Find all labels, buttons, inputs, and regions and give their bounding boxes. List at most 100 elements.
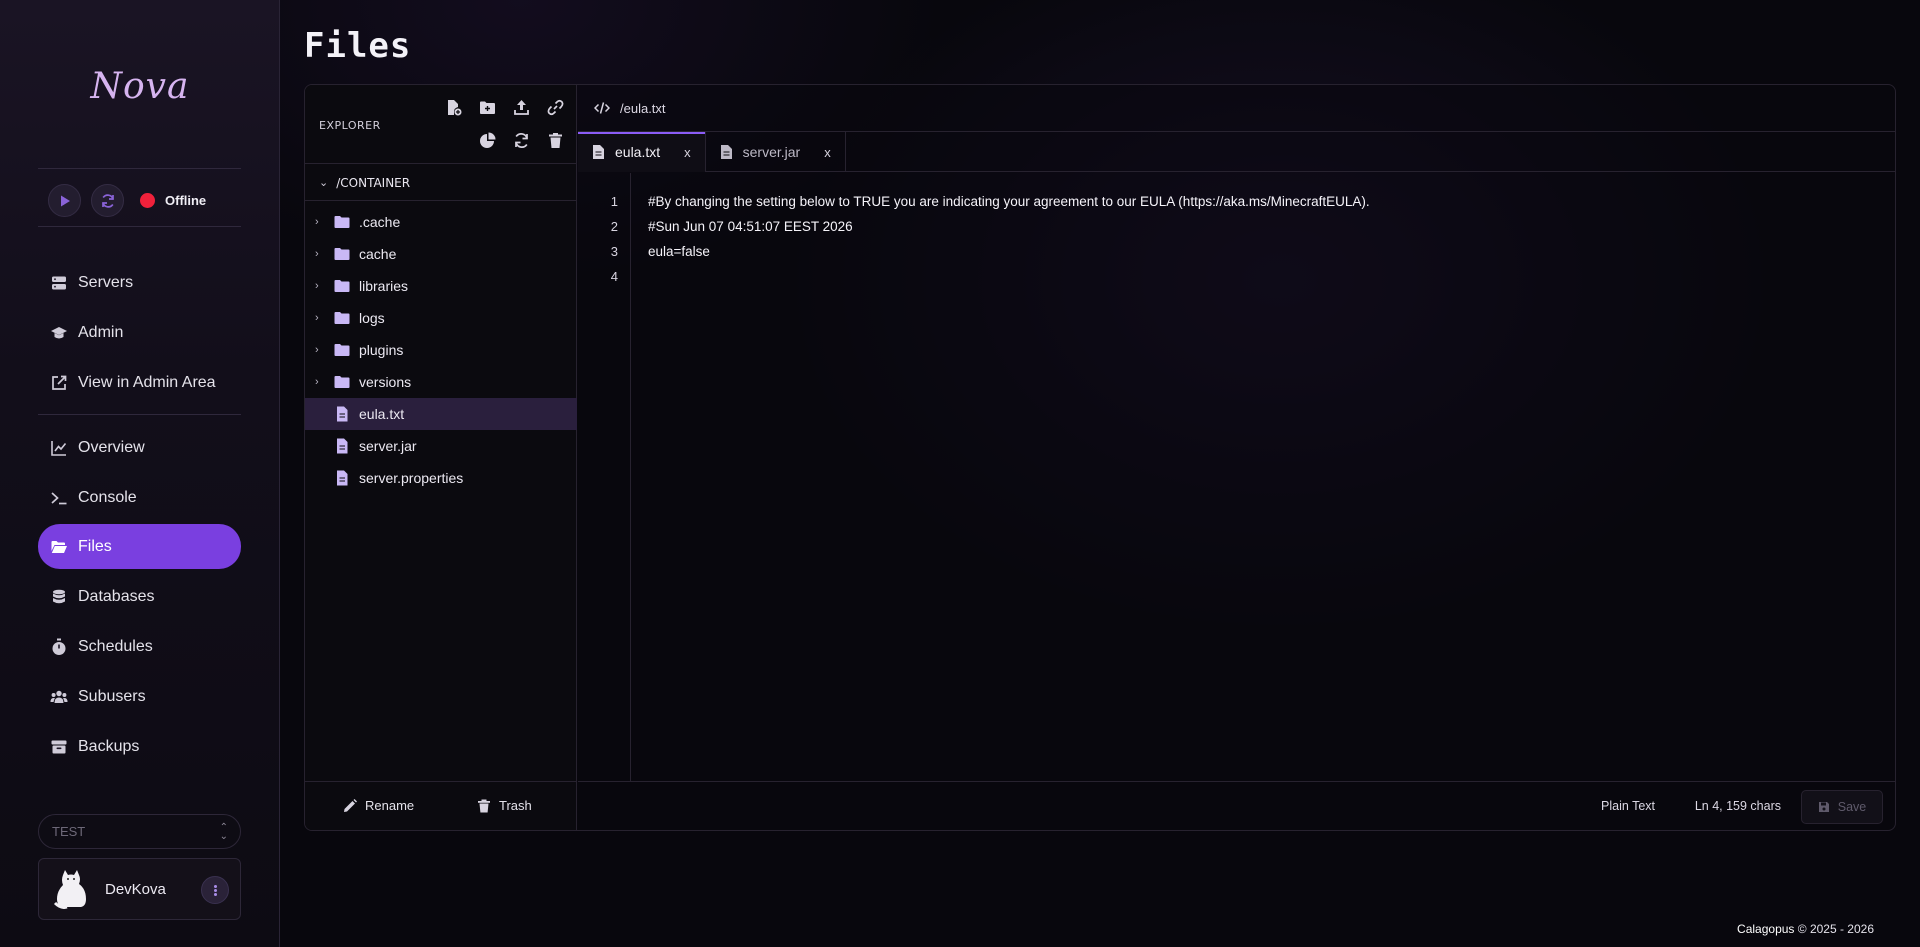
nav-label: View in Admin Area bbox=[78, 373, 216, 391]
folder-row[interactable]: › logs bbox=[305, 302, 577, 334]
code-editor: /eula.txt eula.txt x server.jar x 1 2 3 … bbox=[578, 85, 1895, 830]
chevron-right-icon[interactable]: › bbox=[315, 216, 329, 228]
refresh-button[interactable] bbox=[511, 130, 531, 150]
start-button[interactable] bbox=[48, 184, 81, 217]
close-icon[interactable]: x bbox=[824, 145, 831, 160]
nav-files[interactable]: Files bbox=[38, 524, 241, 569]
upload-icon bbox=[513, 99, 529, 115]
chevron-right-icon[interactable]: › bbox=[315, 376, 329, 388]
archive-box-icon bbox=[51, 740, 67, 753]
divider bbox=[38, 168, 241, 169]
tab-label: eula.txt bbox=[615, 144, 661, 160]
brand-name[interactable]: Calagopus bbox=[1737, 922, 1794, 936]
chevron-right-icon[interactable]: › bbox=[315, 280, 329, 292]
terminal-icon bbox=[51, 491, 67, 504]
server-select[interactable]: TEST ⌃ ⌄ bbox=[38, 814, 241, 849]
nav-servers[interactable]: Servers bbox=[38, 260, 241, 305]
folder-row[interactable]: › plugins bbox=[305, 334, 577, 366]
external-link-icon bbox=[52, 375, 67, 390]
page-title: Files bbox=[304, 26, 412, 66]
rename-button[interactable]: Rename bbox=[343, 798, 414, 813]
user-menu-button[interactable] bbox=[201, 876, 229, 904]
chevron-up-down-icon: ⌃ ⌄ bbox=[219, 822, 228, 842]
app-logo[interactable]: Nova bbox=[0, 66, 280, 107]
code-line[interactable]: #By changing the setting below to TRUE y… bbox=[648, 189, 1370, 214]
nav-label: Schedules bbox=[78, 637, 153, 655]
close-icon[interactable]: x bbox=[684, 145, 691, 160]
folder-row[interactable]: › .cache bbox=[305, 206, 577, 238]
nav-label: Backups bbox=[78, 737, 140, 755]
code-content[interactable]: #By changing the setting below to TRUE y… bbox=[648, 173, 1370, 289]
user-card[interactable]: DevKova bbox=[38, 858, 241, 920]
sidebar: Nova Offline Servers Admin View in Admin… bbox=[0, 0, 280, 947]
nav-label: Console bbox=[78, 488, 137, 506]
save-button[interactable]: Save bbox=[1801, 790, 1883, 824]
line-number: 3 bbox=[610, 244, 618, 259]
trash-button[interactable]: Trash bbox=[477, 798, 532, 813]
status-dot bbox=[140, 193, 155, 208]
folder-row[interactable]: › libraries bbox=[305, 270, 577, 302]
item-name: .cache bbox=[359, 214, 401, 230]
disk-usage-button[interactable] bbox=[477, 130, 497, 150]
new-folder-button[interactable] bbox=[477, 97, 497, 117]
folder-icon bbox=[334, 344, 350, 356]
file-icon bbox=[337, 470, 348, 486]
nav-label: Files bbox=[78, 537, 112, 555]
line-number: 1 bbox=[610, 194, 618, 209]
pie-chart-icon bbox=[479, 132, 495, 148]
file-row[interactable]: server.properties bbox=[305, 462, 577, 494]
folder-row[interactable]: › versions bbox=[305, 366, 577, 398]
code-icon bbox=[594, 102, 610, 114]
nav-databases[interactable]: Databases bbox=[38, 574, 241, 619]
nav-overview[interactable]: Overview bbox=[38, 425, 241, 470]
folder-icon bbox=[334, 312, 350, 324]
trash-icon bbox=[548, 132, 562, 148]
copyright: © 2025 - 2026 bbox=[1797, 922, 1874, 936]
floppy-disk-icon bbox=[1818, 802, 1829, 812]
nav-view-admin-area[interactable]: View in Admin Area bbox=[38, 360, 241, 405]
user-name: DevKova bbox=[105, 880, 166, 898]
upload-button[interactable] bbox=[511, 97, 531, 117]
item-name: versions bbox=[359, 374, 412, 390]
server-select-value: TEST bbox=[52, 824, 86, 839]
item-name: libraries bbox=[359, 278, 409, 294]
stopwatch-icon bbox=[52, 638, 66, 655]
tab-server-jar[interactable]: server.jar x bbox=[706, 132, 846, 172]
restart-button[interactable] bbox=[91, 184, 124, 217]
pencil-icon bbox=[344, 798, 357, 812]
file-icon bbox=[593, 145, 604, 159]
chevron-right-icon[interactable]: › bbox=[315, 344, 329, 356]
nav-label: Servers bbox=[78, 273, 134, 291]
folder-row[interactable]: › cache bbox=[305, 238, 577, 270]
folder-plus-icon bbox=[479, 101, 495, 114]
nav-backups[interactable]: Backups bbox=[38, 724, 241, 769]
nav-admin[interactable]: Admin bbox=[38, 310, 241, 355]
tab-eula-txt[interactable]: eula.txt x bbox=[578, 132, 706, 172]
root-folder-row[interactable]: ⌄ /CONTAINER bbox=[305, 165, 577, 201]
language-mode[interactable]: Plain Text bbox=[1601, 799, 1655, 813]
nav-subusers[interactable]: Subusers bbox=[38, 674, 241, 719]
code-line[interactable]: eula=false bbox=[648, 239, 1370, 264]
explorer-label: EXPLORER bbox=[319, 119, 381, 132]
folder-icon bbox=[334, 376, 350, 388]
chevron-right-icon[interactable]: › bbox=[315, 248, 329, 260]
file-icon bbox=[720, 145, 732, 159]
file-row[interactable]: server.jar bbox=[305, 430, 577, 462]
editor-tabs: eula.txt x server.jar x bbox=[578, 132, 1895, 172]
nav-label: Subusers bbox=[78, 687, 146, 705]
code-line[interactable]: #Sun Jun 07 04:51:07 EEST 2026 bbox=[648, 214, 1370, 239]
file-row[interactable]: eula.txt bbox=[305, 398, 577, 430]
code-line[interactable] bbox=[648, 264, 1370, 289]
chevron-right-icon[interactable]: › bbox=[315, 312, 329, 324]
line-number: 4 bbox=[610, 269, 618, 284]
file-path: /eula.txt bbox=[620, 100, 666, 116]
item-name: cache bbox=[359, 246, 397, 262]
item-name: plugins bbox=[359, 342, 404, 358]
new-file-button[interactable] bbox=[443, 97, 463, 117]
delete-button[interactable] bbox=[545, 130, 565, 150]
nav-console[interactable]: Console bbox=[38, 475, 241, 520]
pull-url-button[interactable] bbox=[545, 97, 565, 117]
folder-open-icon bbox=[51, 540, 67, 553]
nav-schedules[interactable]: Schedules bbox=[38, 624, 241, 669]
kebab-icon bbox=[213, 884, 217, 897]
